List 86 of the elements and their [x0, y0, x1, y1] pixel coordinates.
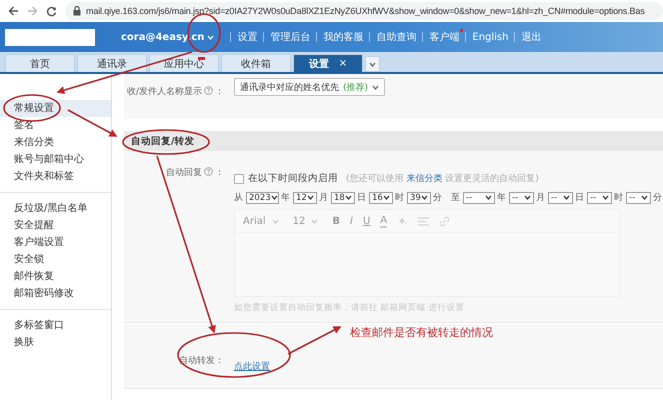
select-field[interactable]: 12 [293, 192, 317, 204]
field-label: 自动回复 [166, 168, 202, 178]
to-label: 至 [451, 192, 460, 204]
caret-icon [345, 195, 352, 200]
setup-link[interactable]: 点此设置 [234, 362, 270, 372]
caret-icon [272, 218, 279, 224]
back-icon[interactable] [8, 6, 19, 16]
help-icon [204, 86, 213, 95]
caret-icon [369, 62, 376, 66]
hint-text: (您还可以使用 来信分类 设置更灵活的自动回复) [346, 172, 539, 185]
select-field[interactable]: 18 [331, 192, 355, 204]
sidebar-item[interactable]: 换肤 [0, 334, 111, 351]
sidebar-item[interactable]: 邮箱密码修改 [0, 285, 111, 302]
caret-icon [524, 195, 531, 200]
checkbox[interactable] [234, 174, 244, 184]
tab[interactable]: 首页 [5, 54, 75, 72]
reload-icon[interactable] [46, 6, 57, 16]
select-field[interactable]: -- [626, 192, 651, 204]
fill-color-icon[interactable] [397, 216, 408, 226]
caret-icon [207, 34, 214, 40]
unit-label: 日 [357, 192, 366, 204]
select-field[interactable]: 39 [407, 192, 431, 204]
unit-label: 月 [536, 192, 545, 204]
more-tabs-button[interactable] [365, 56, 380, 72]
header-link[interactable]: 客户端 [429, 30, 460, 44]
caret-icon [372, 84, 380, 90]
annotation-arrow [288, 326, 342, 355]
lock-icon [73, 6, 81, 16]
select-field[interactable]: -- [548, 192, 573, 204]
header-link[interactable]: 自助查询 [376, 30, 416, 44]
sidebar-item[interactable]: 账号与邮箱中心 [0, 151, 111, 168]
sidebar-item[interactable]: 来信分类 [0, 134, 111, 151]
sidebar-item[interactable]: 邮件恢复 [0, 268, 111, 285]
caret-icon [383, 195, 390, 200]
link-icon[interactable] [439, 216, 450, 226]
caret-icon [602, 195, 609, 200]
hint-link[interactable]: 来信分类 [406, 174, 442, 184]
unit-label: 时 [395, 192, 404, 204]
tab[interactable]: 通讯录 [77, 54, 147, 72]
annotation-note: 检查邮件是否有被转走的情况 [350, 325, 493, 340]
caret-icon [421, 195, 428, 200]
sidebar-item[interactable]: 客户端设置 [0, 234, 111, 251]
sidebar-item[interactable]: 多标签窗口 [0, 317, 111, 334]
header-link[interactable]: 设置 [237, 30, 258, 44]
annotation-arrow [68, 109, 118, 137]
tab[interactable]: 收件箱 [221, 54, 291, 72]
unit-label: 分 [653, 192, 662, 204]
align-icon[interactable] [418, 216, 430, 226]
annotation-circle [3, 94, 61, 122]
sidebar-item[interactable]: 常规设置 [0, 100, 111, 117]
checkbox-label: 在以下时间段内启用 [248, 172, 338, 185]
header-link[interactable]: 我的客服 [323, 30, 364, 44]
select-field[interactable]: -- [587, 192, 612, 204]
caret-icon [641, 195, 648, 200]
select-field[interactable]: 2023 [246, 192, 279, 204]
select-field[interactable]: -- [509, 192, 534, 204]
tab[interactable]: 设置 × [293, 54, 363, 72]
unit-label: 时 [614, 192, 623, 204]
close-tab-button[interactable]: × [338, 58, 348, 69]
sidebar-item[interactable]: 签名 [0, 117, 111, 134]
unit-label: 月 [319, 192, 328, 204]
unit-label: 年 [281, 192, 290, 204]
caret-icon [485, 195, 492, 200]
header-link[interactable]: 管理后台 [270, 30, 310, 44]
section-header: 自动回复/转发 [124, 131, 663, 151]
from-label: 从 [234, 192, 243, 204]
caret-icon [563, 195, 570, 200]
name-display-dropdown[interactable]: 通讯录中对应的姓名优先 (推荐) [234, 78, 386, 96]
label-colon: ： [215, 356, 224, 366]
unit-label: 分 [433, 192, 442, 204]
caret-icon [270, 195, 278, 200]
unit-label: 日 [575, 192, 584, 204]
sidebar-item[interactable]: 文件夹和标签 [0, 168, 111, 185]
unit-label: 年 [497, 192, 506, 204]
help-icon [204, 167, 213, 176]
sidebar-item[interactable]: 反垃圾/黑白名单 [0, 200, 111, 217]
sidebar-item[interactable]: 安全锁 [0, 251, 111, 268]
label-colon: ： [215, 168, 224, 178]
select-field[interactable]: 16 [369, 192, 393, 204]
label-colon: ： [215, 87, 224, 97]
select-field[interactable]: -- [463, 192, 495, 204]
caret-icon [307, 195, 314, 200]
field-label: 收/发件人名称显示 [126, 87, 202, 97]
caret-icon [311, 218, 318, 224]
sidebar-item[interactable]: 安全提醒 [0, 217, 111, 234]
forward-icon[interactable] [27, 6, 38, 16]
